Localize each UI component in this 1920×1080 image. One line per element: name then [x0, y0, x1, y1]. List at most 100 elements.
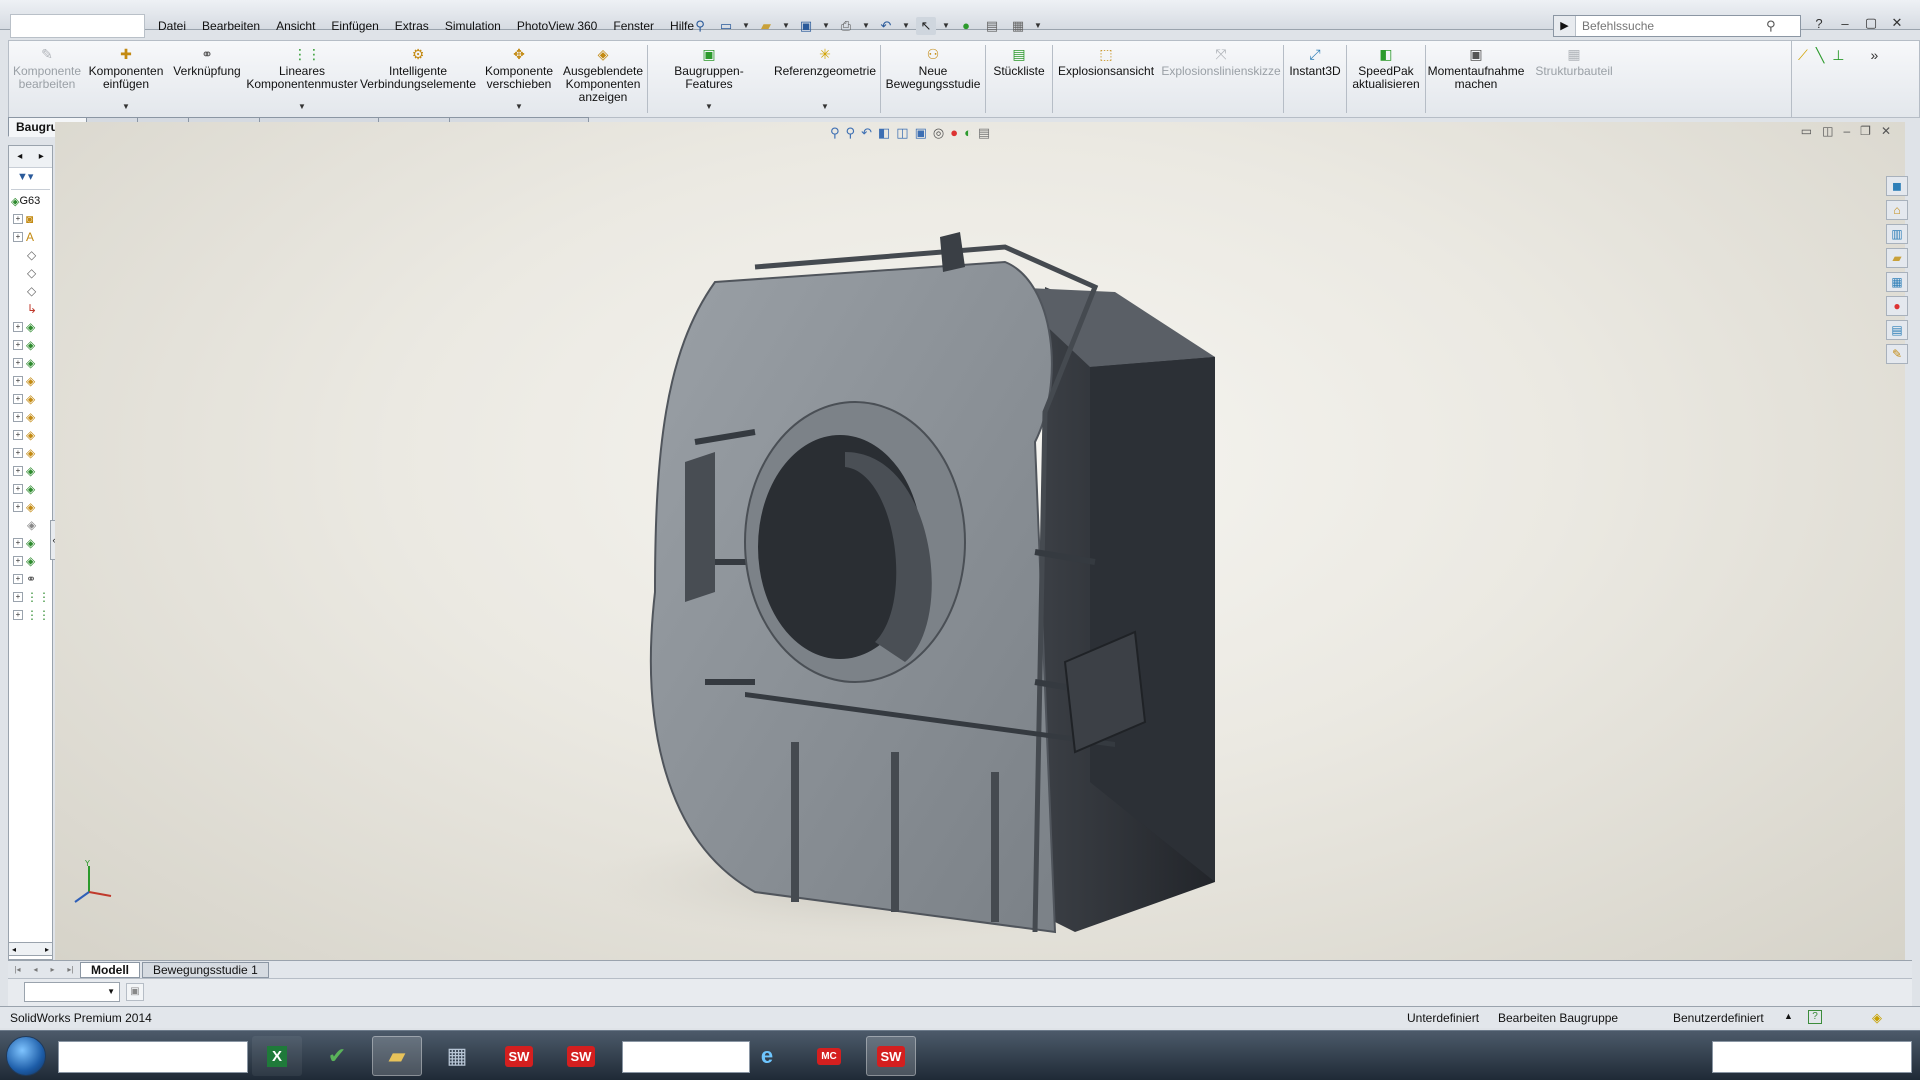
- menu-extras[interactable]: Extras: [387, 15, 437, 37]
- undo-dropdown-icon[interactable]: ▼: [902, 17, 910, 35]
- smart-fasteners-button[interactable]: ⚙ Intelligente Verbindungselemente: [357, 41, 479, 117]
- taskbar-megacad[interactable]: MC: [804, 1036, 854, 1076]
- chevron-down-icon[interactable]: ▼: [821, 100, 829, 113]
- tree-item-plane-right[interactable]: ◇: [9, 282, 52, 300]
- view-palette-icon[interactable]: ▦: [1886, 272, 1908, 292]
- assembly-features-button[interactable]: ▣ Baugruppen-Features ▼: [648, 41, 770, 117]
- menu-einfuegen[interactable]: Einfügen: [323, 15, 386, 37]
- speedpak-button[interactable]: ◧ SpeedPak aktualisieren: [1347, 41, 1425, 117]
- edit-appearance-icon[interactable]: ●: [950, 125, 958, 141]
- print-icon[interactable]: ⎙: [836, 17, 856, 35]
- options-dropdown-icon[interactable]: ▼: [1034, 17, 1042, 35]
- save-dropdown-icon[interactable]: ▼: [822, 17, 830, 35]
- solidworks-forum-icon[interactable]: ✎: [1886, 344, 1908, 364]
- viewport-restore-icon[interactable]: ❐: [1860, 124, 1871, 138]
- file-explorer-icon[interactable]: ▥: [1886, 224, 1908, 244]
- viewport-close-icon[interactable]: ✕: [1881, 124, 1891, 138]
- taskbar-solidworks-2[interactable]: SW: [556, 1036, 606, 1076]
- tree-item-part[interactable]: + ◈: [9, 390, 52, 408]
- tree-item-pattern[interactable]: + ⋮⋮: [9, 588, 52, 606]
- next-tab-icon[interactable]: ▸: [50, 965, 54, 974]
- tree-item-pattern[interactable]: + ⋮⋮: [9, 606, 52, 624]
- rebuild-icon[interactable]: ◈: [1872, 1010, 1882, 1026]
- linear-pattern-button[interactable]: ⋮⋮ Lineares Komponentenmuster ▼: [246, 41, 357, 117]
- app-logo-area[interactable]: [10, 14, 145, 38]
- expand-icon[interactable]: +: [13, 214, 23, 224]
- undo-icon[interactable]: ↶: [876, 17, 896, 35]
- menu-ansicht[interactable]: Ansicht: [268, 15, 323, 37]
- tree-item-mates[interactable]: + ⚭: [9, 570, 52, 588]
- minimize-icon[interactable]: –: [1836, 16, 1854, 31]
- design-library-icon[interactable]: ⌂: [1886, 200, 1908, 220]
- options-icon[interactable]: ▦: [1008, 17, 1028, 35]
- search-icon[interactable]: ⚲: [1766, 18, 1776, 34]
- tree-item-part[interactable]: + ◈: [9, 444, 52, 462]
- tree-item-plane-front[interactable]: ◇: [9, 246, 52, 264]
- view-settings-icon[interactable]: ▤: [978, 125, 990, 141]
- instant3d-button[interactable]: ⤢ Instant3D: [1284, 41, 1346, 117]
- expand-icon[interactable]: +: [13, 394, 23, 404]
- expand-icon[interactable]: +: [13, 448, 23, 458]
- menu-simulation[interactable]: Simulation: [437, 15, 509, 37]
- tree-item-sensors[interactable]: + ◙: [9, 210, 52, 228]
- file-properties-icon[interactable]: ▤: [982, 17, 1002, 35]
- section-view-icon[interactable]: ◧: [878, 125, 890, 141]
- tree-horizontal-scrollbar[interactable]: ◂ ▸: [8, 942, 53, 956]
- tree-item-part[interactable]: + ◈: [9, 408, 52, 426]
- select-arrow-icon[interactable]: ↖: [916, 17, 936, 35]
- first-tab-icon[interactable]: |◂: [14, 965, 20, 974]
- explode-line-sketch-button[interactable]: ⤧ Explosionslinienskizze: [1159, 41, 1283, 117]
- chevron-down-icon[interactable]: ▼: [515, 100, 523, 113]
- tree-item-part[interactable]: + ◈: [9, 372, 52, 390]
- line-icon[interactable]: ╲: [1816, 47, 1824, 111]
- zoom-area-icon[interactable]: ⚲: [846, 125, 856, 141]
- insert-components-button[interactable]: ✚ Komponenten einfügen ▼: [85, 41, 167, 117]
- tab-modell[interactable]: Modell: [80, 961, 140, 978]
- coordinate-system-icon[interactable]: ⊥: [1832, 47, 1844, 111]
- structure-part-button[interactable]: ▦ Strukturbauteil: [1526, 41, 1622, 117]
- expand-icon[interactable]: +: [13, 322, 23, 332]
- tree-scroll-left-icon[interactable]: ◂: [17, 151, 22, 162]
- taskbar-blank-area[interactable]: [622, 1041, 750, 1073]
- prev-tab-icon[interactable]: ◂: [34, 965, 38, 974]
- tree-item-part[interactable]: + ◈: [9, 336, 52, 354]
- menu-fenster[interactable]: Fenster: [605, 15, 662, 37]
- close-icon[interactable]: ✕: [1888, 15, 1906, 31]
- tree-item-suppressed[interactable]: ◈: [9, 516, 52, 534]
- expand-icon[interactable]: +: [13, 430, 23, 440]
- last-tab-icon[interactable]: ▸|: [67, 965, 73, 974]
- tree-item-part[interactable]: + ◈: [9, 498, 52, 516]
- tree-item-part[interactable]: + ◈: [9, 534, 52, 552]
- exploded-view-button[interactable]: ⬚ Explosionsansicht: [1053, 41, 1159, 117]
- open-folder-icon[interactable]: ▰: [756, 17, 776, 35]
- expand-icon[interactable]: +: [13, 412, 23, 422]
- split-view-icon[interactable]: ▭: [1801, 124, 1812, 138]
- tree-item-part[interactable]: + ◈: [9, 354, 52, 372]
- save-icon[interactable]: ▣: [796, 17, 816, 35]
- menu-datei[interactable]: Datei: [150, 15, 194, 37]
- taskbar-excel[interactable]: X: [252, 1036, 302, 1076]
- configuration-copy-icon[interactable]: ▣: [126, 983, 144, 1001]
- menu-bearbeiten[interactable]: Bearbeiten: [194, 15, 268, 37]
- chevron-down-icon[interactable]: ▼: [122, 100, 130, 113]
- viewport-minimize-icon[interactable]: –: [1843, 124, 1850, 138]
- quick-tips-icon[interactable]: ?: [1808, 1010, 1822, 1024]
- help-icon[interactable]: ?: [1810, 16, 1828, 31]
- chevron-down-icon[interactable]: ▼: [298, 100, 306, 113]
- search-scope-icon[interactable]: ▶: [1554, 16, 1576, 36]
- menu-photoview[interactable]: PhotoView 360: [509, 15, 606, 37]
- folder-icon[interactable]: ▰: [1886, 248, 1908, 268]
- tree-item-part[interactable]: + ◈: [9, 462, 52, 480]
- display-style-icon[interactable]: ▣: [915, 125, 927, 141]
- tree-item-part[interactable]: + ◈: [9, 318, 52, 336]
- command-search-input[interactable]: [1576, 19, 1766, 33]
- expand-icon[interactable]: +: [13, 538, 23, 548]
- units-menu-icon[interactable]: ▲: [1784, 1011, 1793, 1021]
- bom-button[interactable]: ▤ Stückliste: [986, 41, 1052, 117]
- traffic-light-icon[interactable]: ●: [956, 17, 976, 35]
- tree-item-part[interactable]: + ◈: [9, 552, 52, 570]
- new-document-icon[interactable]: ▭: [716, 17, 736, 35]
- move-component-button[interactable]: ✥ Komponente verschieben ▼: [479, 41, 559, 117]
- tab-bewegungsstudie[interactable]: Bewegungsstudie 1: [142, 961, 269, 978]
- configuration-select[interactable]: ▼: [24, 982, 120, 1002]
